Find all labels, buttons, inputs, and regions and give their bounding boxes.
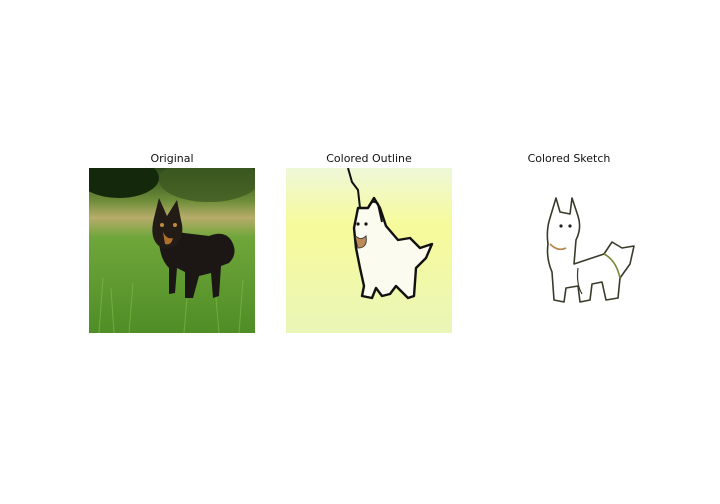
panel-title-original: Original: [150, 152, 194, 165]
panel-colored-sketch: Colored Sketch: [486, 150, 652, 333]
panel-title-colored-sketch: Colored Sketch: [527, 152, 611, 165]
colored-sketch-image: [486, 168, 652, 333]
colored-outline-image: [286, 168, 452, 333]
panel-title-colored-outline: Colored Outline: [326, 152, 412, 165]
panel-colored-outline: Colored Outline: [286, 150, 452, 333]
panel-original: Original: [89, 150, 255, 333]
original-dog-photo: [89, 168, 255, 333]
